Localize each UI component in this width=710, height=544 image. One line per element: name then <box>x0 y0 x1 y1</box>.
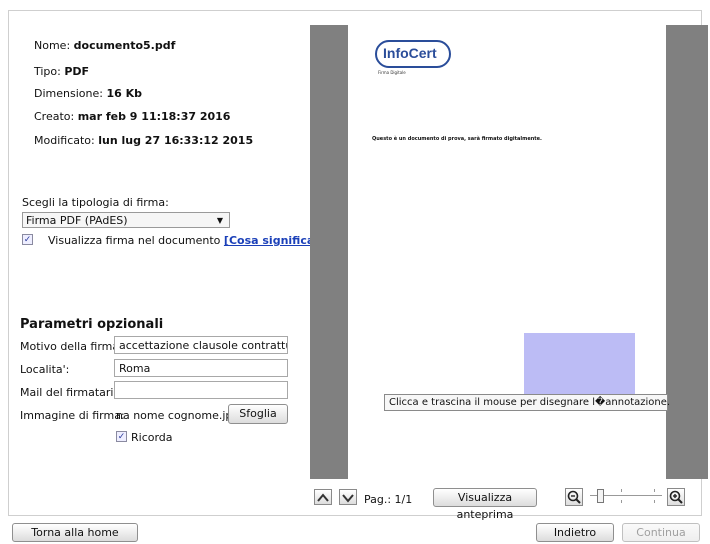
preview-button[interactable]: Visualizza anteprima <box>433 488 537 521</box>
file-size-label: Dimensione: <box>34 87 103 100</box>
file-name-label: Nome: <box>34 39 71 52</box>
zoom-slider[interactable] <box>590 485 662 507</box>
mail-label: Mail del firmatario: <box>20 386 124 399</box>
zoom-tick <box>621 489 622 492</box>
browse-button[interactable]: Sfoglia <box>228 404 288 424</box>
continue-button[interactable]: Continua <box>622 523 700 542</box>
file-size-row: Dimensione: 16 Kb <box>34 87 142 100</box>
signature-type-value: Firma PDF (PAdES) <box>26 214 128 227</box>
zoom-tick <box>654 500 655 503</box>
zoom-tick <box>621 500 622 503</box>
file-type-row: Tipo: PDF <box>34 65 89 78</box>
reason-label: Motivo della firma: <box>20 340 123 353</box>
zoom-out-button[interactable] <box>565 488 583 506</box>
file-modified-value: lun lug 27 16:33:12 2015 <box>98 134 254 147</box>
annotation-tooltip: Clicca e trascina il mouse per disegnare… <box>384 394 670 411</box>
zoom-out-icon <box>567 490 581 504</box>
logo-subtitle: Firma Digitale <box>378 70 406 75</box>
chevron-down-icon <box>342 494 354 503</box>
logo-text: InfoCert <box>383 45 437 61</box>
mail-input[interactable] <box>114 381 288 399</box>
file-created-value: mar feb 9 11:18:37 2016 <box>77 110 231 123</box>
location-input[interactable]: Roma <box>114 359 288 377</box>
file-modified-label: Modificato: <box>34 134 95 147</box>
remember-label: Ricorda <box>131 431 173 444</box>
page-indicator: Pag.: 1/1 <box>364 493 413 506</box>
chevron-down-icon: ▼ <box>216 216 223 225</box>
file-created-row: Creato: mar feb 9 11:18:37 2016 <box>34 110 230 123</box>
chevron-up-icon <box>317 493 329 502</box>
reason-input[interactable]: accettazione clausole contrattuali <box>114 336 288 354</box>
page-down-button[interactable] <box>339 489 357 505</box>
document-text: Questo è un documento di prova, sarà fir… <box>372 136 542 142</box>
file-type-value: PDF <box>64 65 90 78</box>
remember-checkbox[interactable]: ✓ <box>116 431 127 442</box>
zoom-slider-thumb[interactable] <box>597 489 604 503</box>
page-up-button[interactable] <box>314 489 332 505</box>
zoom-in-icon <box>669 490 683 504</box>
back-button[interactable]: Indietro <box>536 523 614 542</box>
file-name-row: Nome: documento5.pdf <box>34 39 175 52</box>
image-path-input[interactable]: na nome cognome.jpg <box>116 409 228 422</box>
zoom-in-button[interactable] <box>667 488 685 506</box>
infocert-logo: InfoCert <box>375 40 451 68</box>
file-type-label: Tipo: <box>34 65 61 78</box>
zoom-tick <box>654 489 655 492</box>
home-button[interactable]: Torna alla home <box>12 523 138 542</box>
show-signature-checkbox[interactable]: ✓ <box>22 234 33 245</box>
image-label: Immagine di firma: <box>20 409 125 422</box>
optional-params-title: Parametri opzionali <box>20 317 164 332</box>
signature-type-select[interactable]: Firma PDF (PAdES) ▼ <box>22 212 230 228</box>
file-name-value: documento5.pdf <box>73 39 176 52</box>
signature-area[interactable] <box>524 333 635 396</box>
file-modified-row: Modificato: lun lug 27 16:33:12 2015 <box>34 134 253 147</box>
file-created-label: Creato: <box>34 110 75 123</box>
file-size-value: 16 Kb <box>106 87 142 100</box>
signature-type-label: Scegli la tipologia di firma: <box>22 196 169 209</box>
show-signature-row: Visualizza firma nel documento [Cosa sig… <box>48 234 326 247</box>
location-label: Localita': <box>20 363 70 376</box>
show-signature-label: Visualizza firma nel documento <box>48 234 221 247</box>
